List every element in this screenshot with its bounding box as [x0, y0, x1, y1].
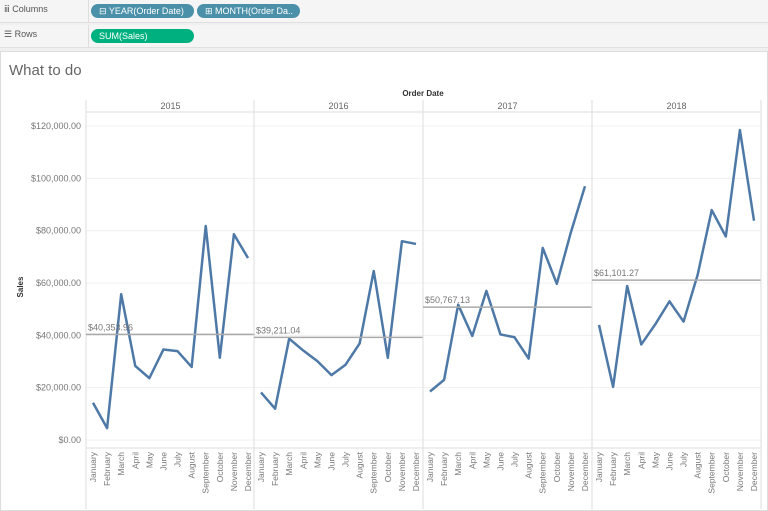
month-tick-label: August	[524, 451, 534, 478]
month-tick-label: April	[636, 452, 646, 469]
month-tick-label: July	[510, 451, 520, 467]
month-tick-label: June	[326, 452, 336, 471]
month-tick-label: March	[622, 452, 632, 476]
month-tick-label: December	[243, 452, 253, 491]
year-header: 2017	[497, 101, 517, 111]
rows-shelf-label: ☰ Rows	[4, 29, 38, 39]
month-tick-label: January	[425, 451, 435, 482]
month-tick-label: September	[538, 452, 548, 494]
sales-line-2017	[429, 185, 587, 393]
month-tick-label: October	[721, 452, 731, 482]
shelf-divider	[88, 25, 89, 47]
month-tick-label: February	[102, 451, 112, 486]
month-tick-label: July	[173, 451, 183, 467]
y-tick-label: $120,000.00	[31, 121, 81, 131]
month-tick-label: March	[284, 452, 294, 476]
year-header: 2015	[160, 101, 180, 111]
month-tick-label: November	[397, 452, 407, 491]
month-tick-label: May	[144, 451, 154, 468]
x-axis-title: Order Date	[402, 89, 444, 98]
month-tick-label: January	[256, 451, 266, 482]
month-tick-label: February	[439, 451, 449, 486]
year-header: 2018	[666, 101, 686, 111]
average-label: $50,767.13	[425, 295, 470, 305]
month-tick-label: July	[679, 451, 689, 467]
sum-sales-pill[interactable]: SUM(Sales)	[91, 29, 194, 43]
month-tick-label: May	[650, 451, 660, 468]
month-tick-label: August	[693, 451, 703, 478]
rows-shelf: ☰ Rows SUM(Sales)	[0, 25, 768, 48]
average-label: $40,353.96	[88, 322, 133, 332]
y-tick-label: $100,000.00	[31, 173, 81, 183]
year-order-date-pill[interactable]: ⊟ YEAR(Order Date)	[91, 4, 194, 18]
worksheet: What to do Order Date Sales $0.00 $20,000.0…	[0, 51, 768, 511]
month-tick-label: March	[116, 452, 126, 476]
month-tick-label: September	[369, 452, 379, 494]
month-tick-label: January	[594, 451, 604, 482]
month-tick-label: February	[270, 451, 280, 486]
year-header: 2016	[328, 101, 348, 111]
average-label: $39,211.04	[256, 325, 300, 335]
month-tick-label: September	[201, 452, 211, 494]
month-tick-label: April	[467, 452, 477, 469]
month-tick-label: September	[707, 452, 717, 494]
month-tick-label: December	[749, 452, 759, 491]
columns-shelf: ⅲ Columns ⊟ YEAR(Order Date) ⊞ MONTH(Ord…	[0, 0, 768, 23]
month-tick-label: December	[580, 452, 590, 491]
month-tick-label: June	[495, 452, 505, 471]
month-tick-label: May	[312, 451, 322, 468]
month-tick-label: March	[453, 452, 463, 476]
y-tick-label: $0.00	[58, 435, 81, 445]
month-tick-label: June	[664, 452, 674, 471]
y-tick-label: $80,000.00	[36, 226, 81, 236]
month-tick-label: April	[298, 452, 308, 469]
month-tick-label: January	[88, 451, 98, 482]
month-order-date-pill[interactable]: ⊞ MONTH(Order Da..	[197, 4, 300, 18]
shelf-divider	[88, 0, 89, 22]
month-tick-label: October	[552, 452, 562, 482]
y-tick-label: $20,000.00	[36, 383, 81, 393]
rows-icon: ☰	[4, 29, 15, 39]
month-tick-label: December	[411, 452, 421, 491]
month-tick-label: May	[481, 451, 491, 468]
columns-shelf-label: ⅲ Columns	[4, 4, 48, 14]
month-tick-label: April	[130, 452, 140, 469]
month-tick-label: October	[215, 452, 225, 482]
y-tick-label: $60,000.00	[36, 278, 81, 288]
y-axis-title: Sales	[16, 276, 25, 297]
month-tick-label: July	[341, 451, 351, 467]
month-tick-label: June	[158, 452, 168, 471]
month-tick-label: August	[187, 451, 197, 478]
month-tick-label: August	[355, 451, 365, 478]
month-tick-label: November	[229, 452, 239, 491]
columns-icon: ⅲ	[4, 4, 13, 14]
sales-line-2018	[597, 128, 756, 389]
month-tick-label: February	[608, 451, 618, 486]
line-chart: Order Date Sales $0.00 $20,000.00 $40,000.00…	[16, 89, 762, 509]
month-tick-label: November	[735, 452, 745, 491]
month-tick-label: October	[383, 452, 393, 482]
average-label: $61,101.27	[594, 268, 639, 278]
y-tick-label: $40,000.00	[36, 330, 81, 340]
month-tick-label: November	[566, 452, 576, 491]
